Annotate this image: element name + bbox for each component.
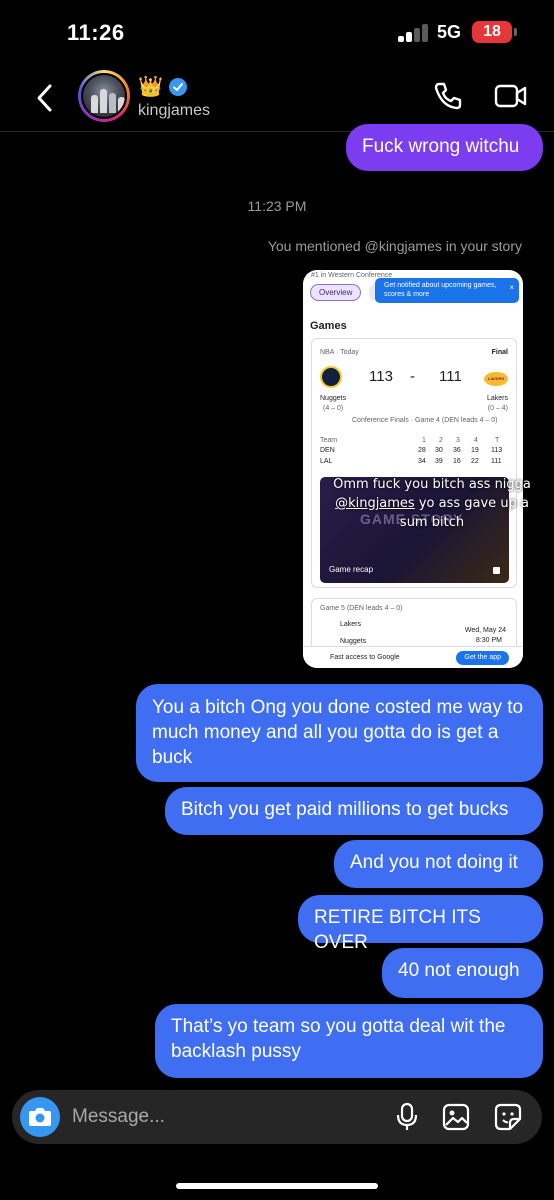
story-reply-card[interactable]: #1 in Western Conference Overview Get no… [303,270,523,668]
lakers-logo-icon: LAKERS [484,372,508,386]
message-bubble[interactable]: Fuck wrong witchu [346,124,543,171]
avatar-image [81,73,127,119]
caption-mention: @kingjames [335,496,415,511]
final-label: Final [491,349,508,356]
message-bubble[interactable]: You a bitch Ong you done costed me way t… [136,684,543,782]
box-row-q3: 36 [453,447,461,454]
box-header-q3: 3 [456,437,460,444]
battery-tip [514,28,517,36]
caption-rest: yo ass gave up a sum bitch [399,496,529,530]
box-row-q3: 16 [453,458,461,465]
timestamp: 11:23 PM [247,198,307,214]
away-team: Lakers [486,395,508,402]
next-game-team2: Nuggets [340,638,367,645]
away-record: (0 – 4) [487,405,508,412]
message-bubble[interactable]: 40 not enough [382,948,543,998]
series-note: Conference Finals · Game 4 (DEN leads 4 … [352,417,498,424]
network-type: 5G [437,22,462,42]
image-icon [442,1103,470,1131]
notification-tooltip: Get notified about upcoming games, score… [375,278,519,303]
caption-line1: Omm fuck you bitch ass nigga [333,477,531,492]
close-icon: × [509,283,514,292]
box-row-q2: 39 [435,458,443,465]
box-header-q4: 4 [474,437,478,444]
away-score: 111 [439,368,462,385]
google-app-banner: Fast access to Google Get the app [303,646,523,668]
recap-label: Game recap [329,565,374,574]
message-bubble[interactable]: Bitch you get paid millions to get bucks [165,787,543,835]
message-composer [12,1090,542,1144]
username[interactable]: kingjames [138,102,210,120]
verified-badge-icon [168,78,187,96]
box-header-q2: 2 [439,437,443,444]
message-bubble[interactable]: And you not doing it [334,840,543,888]
voice-call-button[interactable] [432,80,464,112]
chat-header: 👑 kingjames [0,62,554,132]
back-button[interactable] [30,82,62,114]
chevron-left-icon [37,84,52,112]
crown-emoji: 👑 [138,76,163,98]
tooltip-text: Get notified about upcoming games, score… [384,282,497,298]
microphone-button[interactable] [394,1102,420,1132]
battery-icon: 18 [472,21,512,43]
message-bubble[interactable]: That’s yo team so you gotta deal wit the… [155,1004,543,1078]
avatar[interactable] [78,70,130,122]
box-header-total: T [495,437,500,444]
lakers-logo-text: LAKERS [487,376,505,381]
microphone-icon [396,1102,418,1130]
story-mention-note: You mentioned @kingjames in your story [267,238,522,254]
sticker-button[interactable] [494,1103,522,1131]
overview-chip: Overview [310,284,362,301]
home-indicator[interactable] [176,1183,378,1189]
message-input[interactable] [72,1103,372,1131]
next-game-team1: Lakers [340,621,362,628]
banner-text: Fast access to Google [330,654,400,661]
home-record: (4 – 0) [323,405,344,412]
box-row-team: LAL [320,458,333,465]
get-app-button: Get the app [456,651,509,665]
box-row-q4: 22 [471,458,479,465]
gallery-button[interactable] [442,1103,470,1131]
video-call-button[interactable] [494,82,528,110]
message-bubble[interactable]: RETIRE BITCH ITS OVER [298,895,543,953]
status-bar: 11:26 5G 18 [0,0,554,62]
box-row-q1: 34 [418,458,426,465]
nuggets-logo-icon [320,366,342,388]
box-row-total: 111 [491,458,502,465]
home-team: Nuggets [320,395,347,402]
signal-icon [398,24,432,42]
next-game-date: Wed, May 24 [464,627,506,634]
story-overlay-caption: Omm fuck you bitch ass nigga @kingjames … [332,475,532,532]
box-header-team: Team [320,437,338,444]
camera-icon [29,1108,51,1126]
game-score-card: NBA · Today Final 113 - 111 LAKERS Nugge… [311,338,517,588]
next-game-title: Game 5 (DEN leads 4 – 0) [320,605,403,612]
video-camera-icon [494,84,527,108]
score-dash: - [410,368,415,385]
league-date: NBA · Today [320,349,359,356]
status-time: 11:26 [67,20,125,45]
box-header-q1: 1 [422,437,426,444]
box-row-q1: 28 [418,447,426,454]
box-row-total: 113 [491,447,503,454]
camera-button[interactable] [20,1097,60,1137]
box-row-q4: 19 [471,447,479,454]
sticker-icon [494,1103,522,1131]
next-game-time: 8:30 PM [475,637,502,644]
box-row-q2: 30 [435,447,443,454]
games-title: Games [310,320,347,332]
video-icon [493,567,500,574]
box-row-team: DEN [320,447,335,454]
phone-icon [434,82,462,110]
home-score: 113 [369,368,393,385]
username-badges: 👑 [138,74,187,100]
